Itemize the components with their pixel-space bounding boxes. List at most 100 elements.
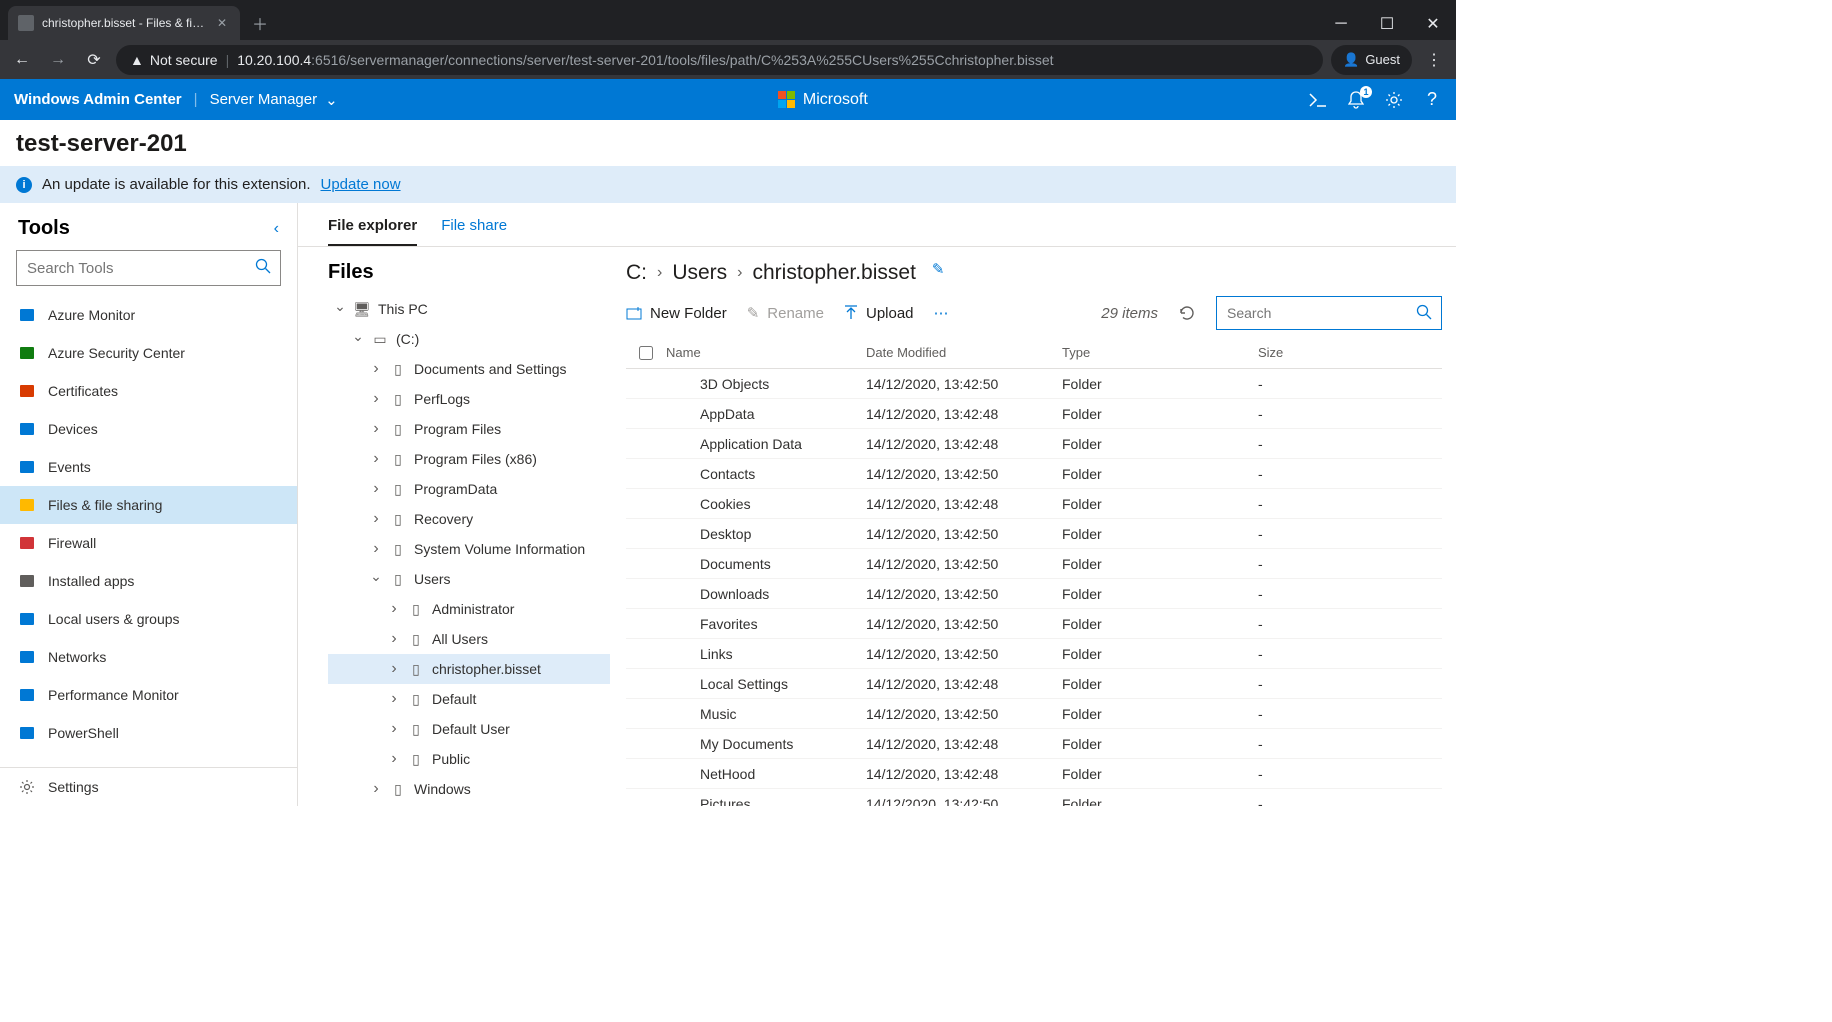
chevron-right-icon[interactable] [370,480,382,498]
tree-node-default[interactable]: ▯Default [328,684,610,714]
table-row[interactable]: Downloads14/12/2020, 13:42:50Folder- [626,579,1442,609]
table-row[interactable]: Links14/12/2020, 13:42:50Folder- [626,639,1442,669]
sidebar-item-powershell[interactable]: PowerShell [0,714,297,752]
tree-node-perflogs[interactable]: ▯PerfLogs [328,384,610,414]
new-folder-button[interactable]: New Folder [626,305,727,322]
sidebar-item-devices[interactable]: Devices [0,410,297,448]
col-type[interactable]: Type [1062,345,1258,360]
tree-node-drive-c[interactable]: ▭ (C:) [328,324,610,354]
chevron-down-icon[interactable] [370,571,382,588]
file-search-input[interactable] [1216,296,1442,330]
select-all-checkbox[interactable] [626,346,666,360]
refresh-button[interactable] [1178,304,1196,322]
col-date[interactable]: Date Modified [866,345,1062,360]
tree-node-users[interactable]: ▯ Users [328,564,610,594]
sidebar-item-events[interactable]: Events [0,448,297,486]
chevron-right-icon[interactable] [370,540,382,558]
table-row[interactable]: Desktop14/12/2020, 13:42:50Folder- [626,519,1442,549]
guest-profile-button[interactable]: 👤 Guest [1331,45,1412,75]
tree-node-default-user[interactable]: ▯Default User [328,714,610,744]
tree-node-christopher-bisset[interactable]: ▯christopher.bisset [328,654,610,684]
tab-file-explorer[interactable]: File explorer [328,217,417,246]
chevron-right-icon[interactable] [370,780,382,798]
reload-button[interactable]: ⟳ [80,46,108,74]
tree-node-program-files[interactable]: ▯Program Files [328,414,610,444]
chevron-right-icon[interactable] [370,510,382,528]
edit-path-button[interactable]: ✎ [932,260,945,278]
more-actions-button[interactable]: ⋯ [934,304,949,322]
table-row[interactable]: Favorites14/12/2020, 13:42:50Folder- [626,609,1442,639]
table-row[interactable]: AppData14/12/2020, 13:42:48Folder- [626,399,1442,429]
sidebar-item-networks[interactable]: Networks [0,638,297,676]
tab-close-button[interactable]: ✕ [214,15,230,31]
sidebar-item-certificates[interactable]: Certificates [0,372,297,410]
update-now-link[interactable]: Update now [321,176,401,193]
close-window-button[interactable]: ✕ [1410,8,1456,40]
chevron-right-icon[interactable] [388,690,400,708]
chevron-right-icon[interactable] [388,660,400,678]
chevron-right-icon[interactable] [370,420,382,438]
help-button[interactable]: ? [1422,90,1442,110]
maximize-button[interactable]: ☐ [1364,8,1410,40]
chevron-right-icon[interactable] [388,720,400,738]
browser-tab[interactable]: christopher.bisset - Files & file sh ✕ [8,6,240,40]
wac-brand[interactable]: Windows Admin Center [14,91,182,108]
chevron-right-icon[interactable] [370,390,382,408]
chevron-down-icon[interactable] [334,301,346,318]
tree-node-recovery[interactable]: ▯Recovery [328,504,610,534]
breadcrumb-seg-0[interactable]: C: [626,261,647,285]
tree-node-administrator[interactable]: ▯Administrator [328,594,610,624]
forward-button[interactable]: → [44,46,72,74]
sidebar-item-azure-security-center[interactable]: Azure Security Center [0,334,297,372]
chevron-right-icon[interactable] [388,600,400,618]
server-manager-dropdown[interactable]: Server Manager ⌄ [210,91,338,109]
address-field[interactable]: ▲ Not secure | 10.20.100.4:6516/serverma… [116,45,1323,75]
table-row[interactable]: 3D Objects14/12/2020, 13:42:50Folder- [626,369,1442,399]
sidebar-item-firewall[interactable]: Firewall [0,524,297,562]
chevron-right-icon[interactable] [370,360,382,378]
browser-menu-button[interactable]: ⋮ [1420,46,1448,74]
table-row[interactable]: NetHood14/12/2020, 13:42:48Folder- [626,759,1442,789]
notifications-button[interactable]: 1 [1346,90,1366,110]
table-row[interactable]: Documents14/12/2020, 13:42:50Folder- [626,549,1442,579]
upload-button[interactable]: Upload [844,305,914,322]
table-row[interactable]: My Documents14/12/2020, 13:42:48Folder- [626,729,1442,759]
settings-button[interactable] [1384,90,1404,110]
collapse-tools-button[interactable]: ‹ [274,220,279,238]
tools-search-input[interactable] [16,250,281,286]
tree-node-documents-and-settings[interactable]: ▯Documents and Settings [328,354,610,384]
tree-node-system-volume-information[interactable]: ▯System Volume Information [328,534,610,564]
table-row[interactable]: Application Data14/12/2020, 13:42:48Fold… [626,429,1442,459]
table-row[interactable]: Pictures14/12/2020, 13:42:50Folder- [626,789,1442,806]
sidebar-item-azure-monitor[interactable]: Azure Monitor [0,296,297,334]
col-name[interactable]: Name [666,345,866,360]
table-row[interactable]: Cookies14/12/2020, 13:42:48Folder- [626,489,1442,519]
sidebar-item-local-users-groups[interactable]: Local users & groups [0,600,297,638]
tree-node-public[interactable]: ▯Public [328,744,610,774]
tree-node-this-pc[interactable]: 🖥 This PC [328,294,610,324]
table-row[interactable]: Contacts14/12/2020, 13:42:50Folder- [626,459,1442,489]
tree-node-windows[interactable]: ▯ Windows [328,774,610,804]
minimize-button[interactable]: ─ [1318,8,1364,40]
chevron-down-icon[interactable] [352,331,364,348]
back-button[interactable]: ← [8,46,36,74]
chevron-right-icon[interactable] [388,630,400,648]
cell-date: 14/12/2020, 13:42:48 [866,676,1062,692]
chevron-right-icon[interactable] [370,450,382,468]
sidebar-item-settings[interactable]: Settings [0,768,297,806]
sidebar-item-files-file-sharing[interactable]: Files & file sharing [0,486,297,524]
tree-node-all-users[interactable]: ▯All Users [328,624,610,654]
new-tab-button[interactable]: ＋ [246,9,274,37]
col-size[interactable]: Size [1258,345,1358,360]
breadcrumb-seg-1[interactable]: Users [672,261,727,285]
tree-node-program-files-x86-[interactable]: ▯Program Files (x86) [328,444,610,474]
sidebar-item-performance-monitor[interactable]: Performance Monitor [0,676,297,714]
tab-file-share[interactable]: File share [441,217,507,246]
table-row[interactable]: Local Settings14/12/2020, 13:42:48Folder… [626,669,1442,699]
tree-node-programdata[interactable]: ▯ProgramData [328,474,610,504]
powershell-icon[interactable] [1308,90,1328,110]
table-row[interactable]: Music14/12/2020, 13:42:50Folder- [626,699,1442,729]
sidebar-item-installed-apps[interactable]: Installed apps [0,562,297,600]
chevron-right-icon[interactable] [388,750,400,768]
breadcrumb-seg-2[interactable]: christopher.bisset [753,261,916,285]
